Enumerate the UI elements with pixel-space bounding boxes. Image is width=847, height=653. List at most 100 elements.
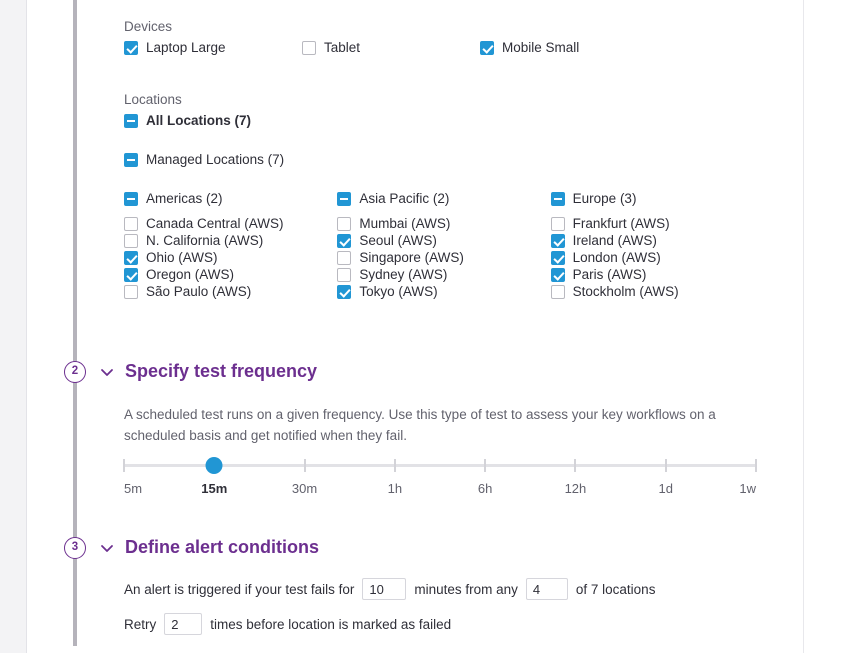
location-row[interactable]: Tokyo (AWS)	[337, 285, 550, 299]
location-row[interactable]: Stockholm (AWS)	[550, 285, 764, 299]
all-locations-checkbox-row[interactable]: All Locations (7)	[124, 114, 764, 128]
device-option-laptop-large[interactable]: Laptop Large	[124, 41, 302, 55]
location-row[interactable]: São Paulo (AWS)	[124, 285, 337, 299]
chevron-down-icon[interactable]	[99, 540, 115, 556]
device-option-mobile-small[interactable]: Mobile Small	[480, 41, 658, 55]
region-column-asia-pacific: Asia Pacific (2) Mumbai (AWS) Seoul (AWS…	[337, 192, 550, 302]
locations-section: Locations All Locations (7) Managed Loca…	[124, 92, 764, 302]
region-checkbox-row-americas[interactable]: Americas (2)	[124, 192, 337, 206]
location-row[interactable]: N. California (AWS)	[124, 234, 337, 248]
location-row[interactable]: Ireland (AWS)	[550, 234, 764, 248]
checkbox-icon-indeterminate[interactable]	[337, 192, 352, 206]
slider-tick	[393, 459, 396, 472]
checkbox-icon-checked[interactable]	[480, 41, 494, 55]
checkbox-icon-indeterminate[interactable]	[550, 192, 565, 206]
location-label: Canada Central (AWS)	[146, 216, 284, 232]
checkbox-icon-unchecked[interactable]	[337, 251, 352, 265]
region-column-europe: Europe (3) Frankfurt (AWS) Ireland (AWS)	[550, 191, 764, 302]
location-label: N. California (AWS)	[146, 233, 264, 249]
checkbox-icon-unchecked[interactable]	[124, 285, 138, 299]
location-label: Ohio (AWS)	[146, 250, 218, 266]
checkbox-icon-checked[interactable]	[337, 285, 352, 299]
location-row[interactable]: Frankfurt (AWS)	[550, 216, 764, 232]
managed-locations-checkbox-row[interactable]: Managed Locations (7)	[124, 153, 764, 167]
all-locations-label: All Locations (7)	[146, 113, 252, 129]
location-row[interactable]: Mumbai (AWS)	[337, 217, 550, 231]
slider-label[interactable]: 1d	[658, 481, 672, 496]
checkbox-icon-unchecked[interactable]	[302, 41, 316, 55]
checkbox-icon-unchecked[interactable]	[124, 217, 138, 231]
step-2-number-badge: 2	[64, 361, 86, 383]
location-row[interactable]: London (AWS)	[550, 250, 764, 266]
location-label: Mumbai (AWS)	[359, 216, 451, 232]
alert-conditions: An alert is triggered if your test fails…	[124, 578, 655, 635]
location-label: London (AWS)	[572, 250, 661, 266]
checkbox-icon-checked[interactable]	[124, 251, 138, 265]
chevron-down-icon[interactable]	[99, 364, 115, 380]
region-location-list: Canada Central (AWS) N. California (AWS)…	[124, 217, 337, 299]
slider-label-selected[interactable]: 15m	[201, 481, 227, 496]
region-location-list: Mumbai (AWS) Seoul (AWS) Singapore (AWS)	[337, 217, 550, 299]
alert-minutes-input[interactable]	[362, 578, 407, 600]
location-label: Seoul (AWS)	[359, 233, 437, 249]
slider-label[interactable]: 12h	[565, 481, 587, 496]
checkbox-icon-checked[interactable]	[550, 251, 565, 265]
location-label: Tokyo (AWS)	[359, 284, 438, 300]
checkbox-icon-unchecked[interactable]	[337, 217, 352, 231]
slider-label[interactable]: 1h	[388, 481, 402, 496]
checkbox-icon-unchecked[interactable]	[337, 268, 352, 282]
frequency-slider[interactable]: 5m 15m 30m 1h 6h 12h 1d 1w	[123, 456, 757, 499]
checkbox-icon-checked[interactable]	[550, 268, 565, 282]
device-label: Tablet	[324, 40, 361, 56]
location-row[interactable]: Canada Central (AWS)	[124, 217, 337, 231]
step-2-title: Specify test frequency	[125, 361, 318, 381]
slider-tick-labels: 5m 15m 30m 1h 6h 12h 1d 1w	[124, 481, 756, 499]
locations-label: Locations	[124, 92, 182, 107]
location-row[interactable]: Singapore (AWS)	[337, 251, 550, 265]
location-row[interactable]: Seoul (AWS)	[337, 234, 550, 248]
checkbox-icon-unchecked[interactable]	[550, 217, 565, 231]
slider-tick	[123, 459, 125, 472]
checkbox-icon-checked[interactable]	[550, 234, 565, 248]
test-configuration-page: Devices Laptop Large Tablet Mobile Small…	[0, 0, 847, 653]
device-label: Mobile Small	[502, 40, 580, 56]
location-row[interactable]: Oregon (AWS)	[124, 268, 337, 282]
devices-section: Devices Laptop Large Tablet Mobile Small	[124, 19, 744, 55]
location-row[interactable]: Paris (AWS)	[550, 267, 764, 283]
slider-tick	[574, 459, 577, 472]
slider-label[interactable]: 1w	[739, 481, 756, 496]
slider-tick	[664, 459, 667, 472]
slider-track[interactable]	[123, 456, 757, 474]
alert-prefix-text: An alert is triggered if your test fails…	[124, 581, 355, 597]
region-checkbox-row-europe[interactable]: Europe (3)	[550, 191, 764, 207]
slider-label[interactable]: 5m	[124, 481, 142, 496]
checkbox-icon-unchecked[interactable]	[124, 234, 138, 248]
managed-locations-label: Managed Locations (7)	[146, 152, 285, 168]
location-row[interactable]: Sydney (AWS)	[337, 268, 550, 282]
checkbox-icon-checked[interactable]	[124, 268, 138, 282]
region-column-americas: Americas (2) Canada Central (AWS) N. Cal…	[124, 192, 337, 302]
step-3-title: Define alert conditions	[125, 537, 320, 557]
alert-locations-count-input[interactable]	[525, 578, 568, 600]
step-2-description: A scheduled test runs on a given frequen…	[124, 407, 716, 443]
regions-grid: Americas (2) Canada Central (AWS) N. Cal…	[124, 192, 764, 302]
checkbox-icon-indeterminate[interactable]	[124, 114, 138, 128]
location-label: Paris (AWS)	[572, 267, 647, 283]
checkbox-icon-indeterminate[interactable]	[124, 192, 138, 206]
location-label: Frankfurt (AWS)	[572, 216, 670, 232]
checkbox-icon-checked[interactable]	[124, 41, 138, 55]
retry-count-input[interactable]	[164, 613, 203, 635]
slider-thumb[interactable]	[205, 457, 223, 474]
region-label: Americas (2)	[146, 191, 223, 207]
slider-tick	[484, 459, 487, 472]
checkbox-icon-checked[interactable]	[337, 234, 352, 248]
checkbox-icon-indeterminate[interactable]	[124, 153, 138, 167]
region-label: Europe (3)	[572, 191, 637, 207]
alert-middle-text: minutes from any	[414, 581, 518, 597]
slider-label[interactable]: 30m	[292, 481, 317, 496]
region-checkbox-row-asia-pacific[interactable]: Asia Pacific (2)	[337, 192, 550, 206]
device-option-tablet[interactable]: Tablet	[302, 41, 480, 55]
checkbox-icon-unchecked[interactable]	[550, 285, 565, 299]
slider-label[interactable]: 6h	[478, 481, 492, 496]
location-row[interactable]: Ohio (AWS)	[124, 251, 337, 265]
